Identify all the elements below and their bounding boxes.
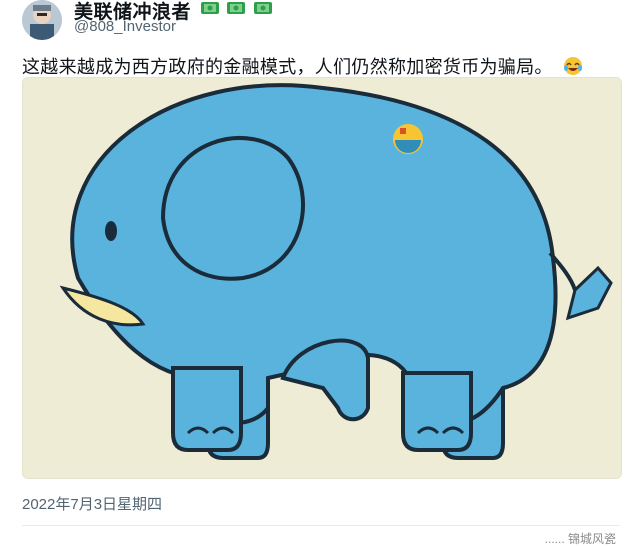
elephant-illustration xyxy=(23,78,621,478)
money-icon xyxy=(227,2,246,14)
laughing-tears-icon xyxy=(563,57,582,75)
tweet-media-image[interactable] xyxy=(22,77,622,479)
avatar[interactable] xyxy=(22,0,62,40)
tweet-text: 这越来越成为西方政府的金融模式，人们仍然称加密货币为骗局。 xyxy=(22,53,583,79)
money-icon xyxy=(253,2,272,14)
tweet-body: 这越来越成为西方政府的金融模式，人们仍然称加密货币为骗局。 xyxy=(22,57,553,77)
bitcoin-logo-icon xyxy=(393,124,423,154)
badge-group xyxy=(197,1,272,20)
watermark-text: ...... 锦城风瓷 xyxy=(544,532,616,546)
author-handle[interactable]: @808_Investor xyxy=(74,18,176,35)
tweet-timestamp[interactable]: 2022年7月3日星期四 xyxy=(22,493,162,514)
tweet-card: 美联储冲浪者 @808_Investor 这越来越成为西方政府的金融模式，人们仍… xyxy=(0,0,640,546)
avatar-image-icon xyxy=(22,0,62,40)
divider xyxy=(22,525,620,526)
money-icon xyxy=(201,2,220,14)
